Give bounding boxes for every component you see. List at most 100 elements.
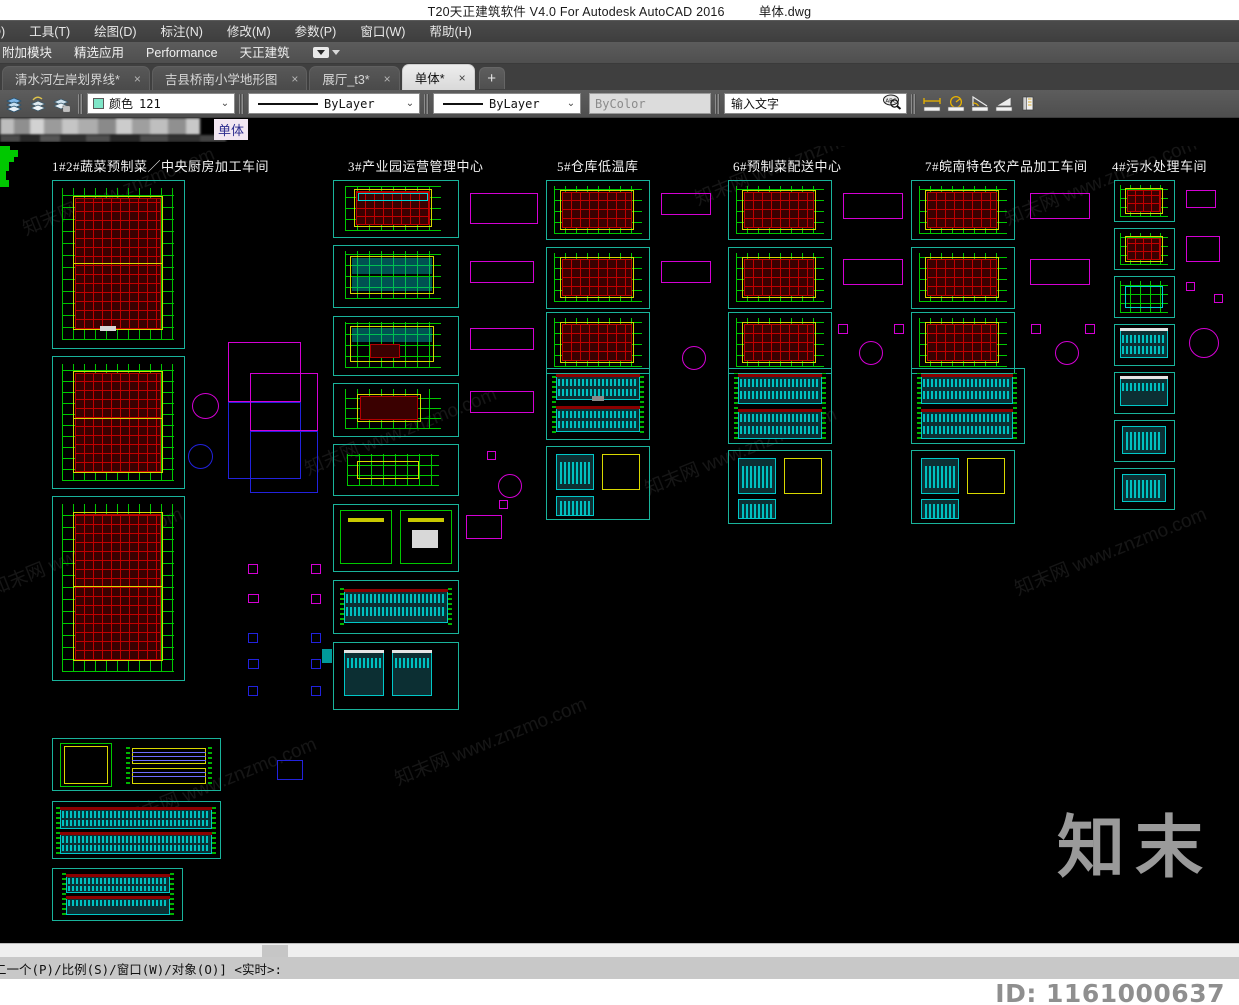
area-annotation-box[interactable] xyxy=(661,193,711,215)
marker-square[interactable] xyxy=(311,633,321,643)
marker-square[interactable] xyxy=(1085,324,1095,334)
chevron-down-icon xyxy=(331,50,340,55)
marker-square[interactable] xyxy=(1031,324,1041,334)
marker-square[interactable] xyxy=(894,324,904,334)
ribbon-panel-dropdown[interactable] xyxy=(312,47,340,58)
toolbar-grip[interactable] xyxy=(239,93,244,114)
area-annotation-circle[interactable] xyxy=(188,444,213,469)
marker-square[interactable] xyxy=(248,564,258,574)
ribbon-tab-featured-apps[interactable]: 精选应用 xyxy=(63,42,135,64)
toolbar-grip[interactable] xyxy=(715,93,720,114)
text-input-field[interactable]: 输入文字 ABC xyxy=(724,93,907,114)
menu-draw[interactable]: 绘图(D) xyxy=(82,21,148,43)
area-annotation-circle[interactable] xyxy=(192,393,219,419)
wall-outline xyxy=(925,190,999,230)
file-tab-qingshuihe[interactable]: 清水河左岸划界线* × xyxy=(2,66,150,90)
menu-dimension[interactable]: 标注(N) xyxy=(149,21,215,43)
area-annotation-box[interactable] xyxy=(843,259,903,285)
marker-square[interactable] xyxy=(311,686,321,696)
dropdown-panel-icon xyxy=(312,47,329,58)
area-annotation-box[interactable] xyxy=(250,431,318,493)
horizontal-scrollbar[interactable] xyxy=(0,943,1239,957)
marker-square[interactable] xyxy=(487,451,496,460)
marker-square[interactable] xyxy=(311,564,321,574)
area-annotation-box[interactable] xyxy=(1186,190,1216,208)
marker-square[interactable] xyxy=(248,594,259,603)
drawing-title-7: 7#皖南特色农产品加工车间 xyxy=(925,159,1088,174)
area-annotation-box[interactable] xyxy=(470,328,534,350)
menu-truncated[interactable]: D) xyxy=(0,21,17,43)
area-annotation-circle[interactable] xyxy=(859,341,883,365)
area-annotation-circle[interactable] xyxy=(1055,341,1079,365)
new-tab-button[interactable]: + xyxy=(478,67,505,89)
toolbar-grip[interactable] xyxy=(911,93,916,114)
ribbon-tab-addins[interactable]: 附加模块 xyxy=(0,42,63,64)
close-icon[interactable]: × xyxy=(459,71,466,85)
area-annotation-box[interactable] xyxy=(470,193,538,224)
marker-square[interactable] xyxy=(838,324,848,334)
drawing-title-6: 6#预制菜配送中心 xyxy=(733,159,842,174)
close-icon[interactable]: × xyxy=(134,72,141,86)
layer-states-icon[interactable] xyxy=(52,93,72,115)
file-tab-strip: 清水河左岸划界线* × 吉县桥南小学地形图 × 展厅_t3* × 单体* × + xyxy=(0,64,1239,90)
layer-properties-icon[interactable] xyxy=(4,93,24,115)
marker-square[interactable] xyxy=(499,500,508,509)
toolbar-grip[interactable] xyxy=(78,93,83,114)
area-annotation-circle[interactable] xyxy=(682,346,706,370)
lineweight-selector[interactable]: ByLayer ⌄ xyxy=(433,93,581,114)
marker-square[interactable] xyxy=(248,633,258,643)
dimension-style-icon[interactable] xyxy=(1018,93,1038,115)
marker-square[interactable] xyxy=(1186,282,1195,291)
menu-parameter[interactable]: 参数(P) xyxy=(283,21,349,43)
marker-square[interactable] xyxy=(311,659,321,669)
marker-square[interactable] xyxy=(1214,294,1223,303)
area-annotation-box[interactable] xyxy=(470,261,534,283)
chevron-down-icon[interactable]: ⌄ xyxy=(403,98,417,109)
linear-dimension-icon[interactable] xyxy=(922,93,942,115)
elevation-axis xyxy=(56,806,60,854)
radius-dimension-icon[interactable] xyxy=(946,93,966,115)
area-annotation-box[interactable] xyxy=(1030,193,1090,219)
lineweight-preview-icon xyxy=(443,102,483,105)
command-line[interactable]: 二一个(P)/比例(S)/窗口(W)/对象(O)] <实时>: xyxy=(0,957,1239,979)
menu-help[interactable]: 帮助(H) xyxy=(417,21,483,43)
area-annotation-box[interactable] xyxy=(470,391,534,413)
slope-dimension-icon[interactable] xyxy=(994,93,1014,115)
abc-search-icon[interactable]: ABC xyxy=(882,94,902,113)
horizontal-scroll-thumb[interactable] xyxy=(262,945,288,957)
area-annotation-box[interactable] xyxy=(466,515,502,539)
partition-line xyxy=(73,586,163,587)
marker-square[interactable] xyxy=(248,686,258,696)
cad-drawing-canvas[interactable]: 知末网 www.znzmo.com 知末网 www.znzmo.com 知末网 … xyxy=(0,146,1239,943)
marker-square[interactable] xyxy=(248,659,259,669)
chevron-down-icon[interactable]: ⌄ xyxy=(564,98,578,109)
area-annotation-box[interactable] xyxy=(250,373,318,431)
toolbar-grip[interactable] xyxy=(424,93,429,114)
menu-window[interactable]: 窗口(W) xyxy=(348,21,417,43)
marker-square[interactable] xyxy=(277,760,303,780)
redacted-layer-toolbar xyxy=(0,118,200,135)
angular-dimension-icon[interactable] xyxy=(970,93,990,115)
area-annotation-box[interactable] xyxy=(661,261,711,283)
close-icon[interactable]: × xyxy=(384,72,391,86)
area-annotation-circle[interactable] xyxy=(498,474,522,498)
ribbon-tab-tangent-arch[interactable]: 天正建筑 xyxy=(229,42,301,64)
ribbon-tab-performance[interactable]: Performance xyxy=(135,42,229,64)
area-annotation-box[interactable] xyxy=(1030,259,1090,285)
linetype-selector[interactable]: ByLayer ⌄ xyxy=(248,93,420,114)
elevation-windows xyxy=(62,820,210,826)
floor-line xyxy=(132,760,206,761)
marker-square[interactable] xyxy=(311,594,321,604)
area-annotation-box[interactable] xyxy=(843,193,903,219)
area-annotation-circle[interactable] xyxy=(1189,328,1219,358)
file-tab-zhanting[interactable]: 展厅_t3* × xyxy=(309,66,400,90)
chevron-down-icon[interactable]: ⌄ xyxy=(218,98,232,109)
layer-previous-icon[interactable] xyxy=(28,93,48,115)
file-tab-jixian[interactable]: 吉县桥南小学地形图 × xyxy=(151,66,308,90)
file-tab-danti[interactable]: 单体* × xyxy=(401,64,475,90)
object-color-selector[interactable]: 颜色 121 ⌄ xyxy=(87,93,235,114)
area-annotation-box[interactable] xyxy=(1186,236,1220,262)
menu-tools[interactable]: 工具(T) xyxy=(17,21,82,43)
menu-modify[interactable]: 修改(M) xyxy=(215,21,283,43)
close-icon[interactable]: × xyxy=(291,72,298,86)
